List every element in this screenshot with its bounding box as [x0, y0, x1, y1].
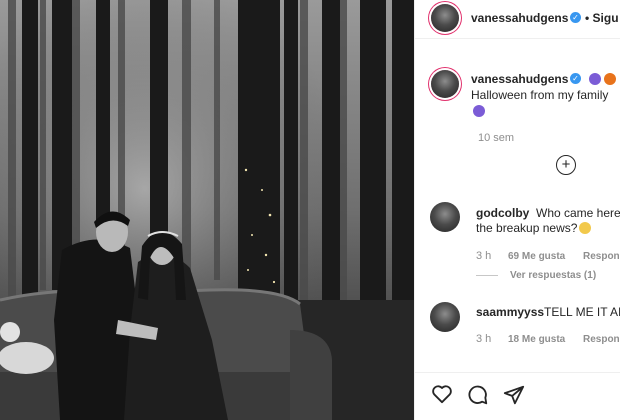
- comment-likes[interactable]: 69 Me gusta: [508, 251, 565, 262]
- post-time: 10 sem: [478, 132, 515, 144]
- header-avatar[interactable]: [431, 4, 459, 32]
- replies-line: [476, 275, 498, 276]
- comment-username[interactable]: saammyyss: [476, 305, 544, 319]
- caption-text: Halloween from my family: [471, 88, 609, 102]
- share-icon[interactable]: [503, 384, 525, 406]
- caption-avatar[interactable]: [431, 70, 459, 98]
- reply-button[interactable]: Respon: [583, 251, 620, 262]
- comment-text-continued: the breakup news?: [476, 221, 578, 235]
- comment-icon[interactable]: [467, 384, 489, 406]
- heart-icon[interactable]: [431, 384, 453, 404]
- header-username[interactable]: vanessahudgens: [471, 11, 568, 25]
- post-side-panel: vanessahudgens ✓ • Sigu vanessahudgens ✓…: [414, 0, 620, 420]
- crying-emoji-icon: [579, 222, 591, 234]
- comment-time: 3 h: [476, 333, 492, 345]
- forest-couple-image: [0, 0, 414, 420]
- purple-emoji-icon: [589, 73, 601, 85]
- actions-divider: [415, 372, 620, 373]
- verified-icon: ✓: [570, 12, 581, 23]
- follow-button[interactable]: • Sigu: [585, 11, 619, 25]
- comment-text: TELL ME IT AIN: [544, 305, 620, 319]
- comment-avatar[interactable]: [430, 202, 460, 232]
- purple-emoji-icon: [473, 105, 485, 117]
- comment-username[interactable]: godcolby: [476, 206, 529, 220]
- verified-icon: ✓: [570, 73, 581, 84]
- post-photo[interactable]: [0, 0, 414, 420]
- pumpkin-emoji-icon: [604, 73, 616, 85]
- load-more-comments-button[interactable]: +: [556, 155, 576, 175]
- header-divider: [415, 38, 620, 39]
- reply-button[interactable]: Respon: [583, 334, 620, 345]
- comment-likes[interactable]: 18 Me gusta: [508, 334, 565, 345]
- comment-avatar[interactable]: [430, 302, 460, 332]
- view-replies-button[interactable]: Ver respuestas (1): [510, 270, 596, 281]
- comment-text: Who came here: [536, 206, 620, 220]
- comment-time: 3 h: [476, 250, 492, 262]
- caption-username[interactable]: vanessahudgens: [471, 72, 568, 86]
